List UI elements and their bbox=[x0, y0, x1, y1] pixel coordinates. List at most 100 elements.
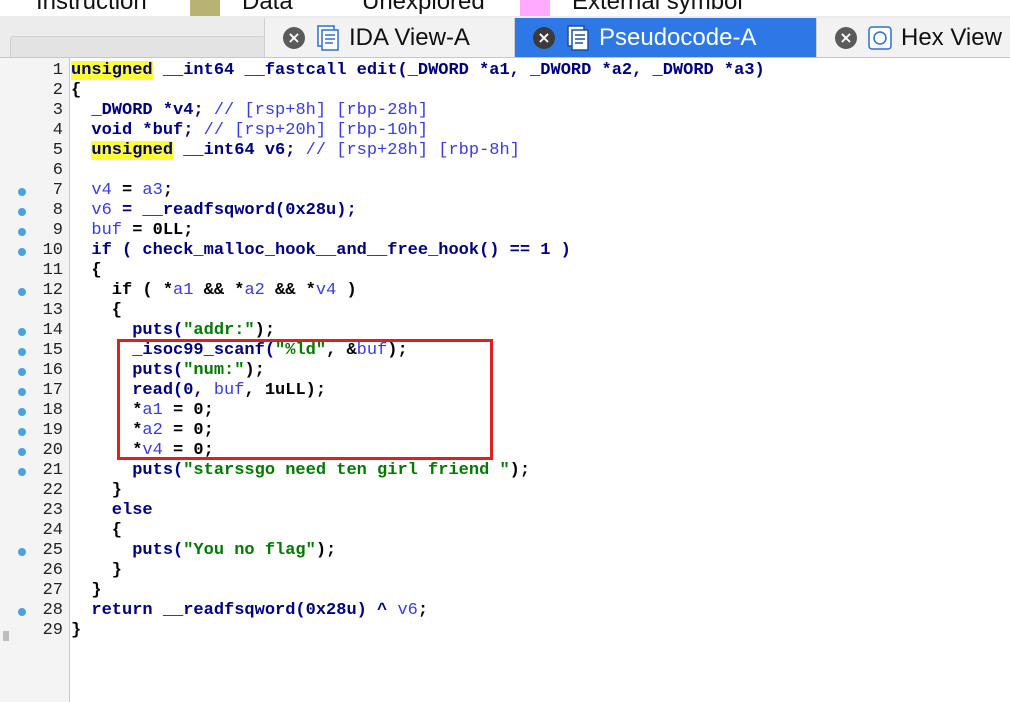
code-text: } bbox=[71, 481, 123, 500]
tab-hex-view[interactable]: × Hex View bbox=[816, 18, 1010, 57]
code-text: else bbox=[71, 501, 153, 520]
tab-ida-view-a[interactable]: × IDA View-A bbox=[264, 18, 514, 57]
line-number: 13 bbox=[42, 301, 63, 320]
line-number: 29 bbox=[42, 621, 63, 640]
pseudocode-icon bbox=[565, 24, 591, 51]
line-number: 21 bbox=[42, 461, 63, 480]
line-number: 10 bbox=[42, 241, 63, 260]
code-line[interactable]: 26 } bbox=[0, 561, 1010, 581]
code-line[interactable]: 1 unsigned __int64 __fastcall edit(_DWORD… bbox=[0, 61, 1010, 81]
hex-icon bbox=[867, 25, 893, 51]
code-line[interactable]: 2{ bbox=[0, 81, 1010, 101]
breakpoint-dot-icon[interactable] bbox=[18, 428, 26, 436]
tab-strip: × IDA View-A × Pseudocode-A × Hex View bbox=[0, 16, 1010, 58]
code-line[interactable]: 7 v4 = a3; bbox=[0, 181, 1010, 201]
code-text: puts("num:"); bbox=[71, 361, 265, 380]
breakpoint-dot-icon[interactable] bbox=[18, 328, 26, 336]
line-number: 8 bbox=[52, 201, 63, 220]
line-number: 24 bbox=[42, 521, 63, 540]
legend-bar: Instruction Data Unexplored External symbol bbox=[0, 0, 1010, 17]
code-line[interactable]: 19 *a2 = 0; bbox=[0, 421, 1010, 441]
code-text: unsigned __int64 __fastcall edit(_DWORD … bbox=[71, 61, 765, 80]
code-line[interactable]: 8 v6 = __readfsqword(0x28u); bbox=[0, 201, 1010, 221]
legend-label: Instruction bbox=[36, 0, 147, 15]
line-number: 9 bbox=[52, 221, 63, 240]
code-line[interactable]: 4 void *buf; // [rsp+20h] [rbp-10h] bbox=[0, 121, 1010, 141]
breakpoint-dot-icon[interactable] bbox=[18, 388, 26, 396]
code-line[interactable]: 5 unsigned __int64 v6; // [rsp+28h] [rbp… bbox=[0, 141, 1010, 161]
line-number: 27 bbox=[42, 581, 63, 600]
tab-label: IDA View-A bbox=[349, 23, 470, 51]
line-number: 26 bbox=[42, 561, 63, 580]
code-line[interactable]: 13 { bbox=[0, 301, 1010, 321]
close-icon[interactable]: × bbox=[533, 26, 555, 49]
code-text: void *buf; // [rsp+20h] [rbp-10h] bbox=[71, 121, 429, 140]
legend-swatch bbox=[190, 0, 220, 16]
line-number: 5 bbox=[52, 141, 63, 160]
line-number: 2 bbox=[52, 81, 63, 100]
scroll-marker bbox=[3, 631, 9, 641]
close-icon[interactable]: × bbox=[835, 26, 857, 49]
code-text: } bbox=[71, 561, 123, 580]
code-line[interactable]: 6 bbox=[0, 161, 1010, 181]
breakpoint-dot-icon[interactable] bbox=[18, 248, 26, 256]
code-line[interactable]: 23 else bbox=[0, 501, 1010, 521]
close-icon[interactable]: × bbox=[283, 26, 305, 49]
line-number: 28 bbox=[42, 601, 63, 620]
code-line[interactable]: 3 _DWORD *v4; // [rsp+8h] [rbp-28h] bbox=[0, 101, 1010, 121]
code-line[interactable]: 18 *a1 = 0; bbox=[0, 401, 1010, 421]
code-line[interactable]: 20 *v4 = 0; bbox=[0, 441, 1010, 461]
breakpoint-dot-icon[interactable] bbox=[18, 208, 26, 216]
line-number: 7 bbox=[52, 181, 63, 200]
code-line[interactable]: 12 if ( *a1 && *a2 && *v4 ) bbox=[0, 281, 1010, 301]
code-text: buf = 0LL; bbox=[91, 221, 194, 240]
code-line[interactable]: 14 puts("addr:"); bbox=[0, 321, 1010, 341]
legend-item: Instruction bbox=[0, 0, 147, 16]
code-line[interactable]: 10 if ( check_malloc_hook__and__free_hoo… bbox=[0, 241, 1010, 261]
line-number: 11 bbox=[42, 261, 63, 280]
code-text: puts("You no flag"); bbox=[71, 541, 337, 560]
breakpoint-dot-icon[interactable] bbox=[18, 348, 26, 356]
code-line[interactable]: 21 puts("starssgo need ten girl friend "… bbox=[0, 461, 1010, 481]
line-number: 22 bbox=[42, 481, 63, 500]
legend-swatch bbox=[310, 0, 340, 16]
line-number: 19 bbox=[42, 421, 63, 440]
code-line[interactable]: 17 read(0, buf, 1uLL); bbox=[0, 381, 1010, 401]
line-number: 4 bbox=[52, 121, 63, 140]
legend-label: External symbol bbox=[572, 0, 743, 15]
breakpoint-dot-icon[interactable] bbox=[18, 188, 26, 196]
code-line[interactable]: 15 _isoc99_scanf("%ld", &buf); bbox=[0, 341, 1010, 361]
legend-label: Unexplored bbox=[362, 0, 485, 15]
code-text: { bbox=[71, 81, 82, 100]
code-text: { bbox=[71, 261, 102, 280]
code-text: _DWORD *v4; // [rsp+8h] [rbp-28h] bbox=[71, 101, 429, 120]
breakpoint-dot-icon[interactable] bbox=[18, 468, 26, 476]
line-number: 25 bbox=[42, 541, 63, 560]
line-number: 15 bbox=[42, 341, 63, 360]
breakpoint-dot-icon[interactable] bbox=[18, 288, 26, 296]
code-line[interactable]: 24 { bbox=[0, 521, 1010, 541]
code-text: *v4 = 0; bbox=[71, 441, 214, 460]
line-number: 1 bbox=[52, 61, 63, 80]
breakpoint-dot-icon[interactable] bbox=[18, 448, 26, 456]
breakpoint-dot-icon[interactable] bbox=[18, 408, 26, 416]
breakpoint-dot-icon[interactable] bbox=[18, 368, 26, 376]
code-line[interactable]: 9 buf = 0LL; bbox=[0, 221, 1010, 241]
code-line[interactable]: 16 puts("num:"); bbox=[0, 361, 1010, 381]
pseudocode-editor[interactable]: 1 unsigned __int64 __fastcall edit(_DWORD… bbox=[0, 58, 1010, 702]
breakpoint-dot-icon[interactable] bbox=[18, 608, 26, 616]
tab-strip-filler bbox=[10, 36, 265, 57]
breakpoint-dot-icon[interactable] bbox=[18, 548, 26, 556]
code-line[interactable]: 29} bbox=[0, 621, 1010, 641]
code-line[interactable]: 22 } bbox=[0, 481, 1010, 501]
code-line[interactable]: 11 { bbox=[0, 261, 1010, 281]
code-text: read(0, buf, 1uLL); bbox=[71, 381, 327, 400]
tab-pseudocode-a[interactable]: × Pseudocode-A bbox=[514, 18, 816, 57]
code-line[interactable]: 25 puts("You no flag"); bbox=[0, 541, 1010, 561]
code-line[interactable]: 28 return __readfsqword(0x28u) ^ v6; bbox=[0, 601, 1010, 621]
code-text: return __readfsqword(0x28u) ^ v6; bbox=[71, 601, 429, 620]
code-line[interactable]: 27 } bbox=[0, 581, 1010, 601]
line-number: 20 bbox=[42, 441, 63, 460]
breakpoint-dot-icon[interactable] bbox=[18, 228, 26, 236]
line-number: 18 bbox=[42, 401, 63, 420]
